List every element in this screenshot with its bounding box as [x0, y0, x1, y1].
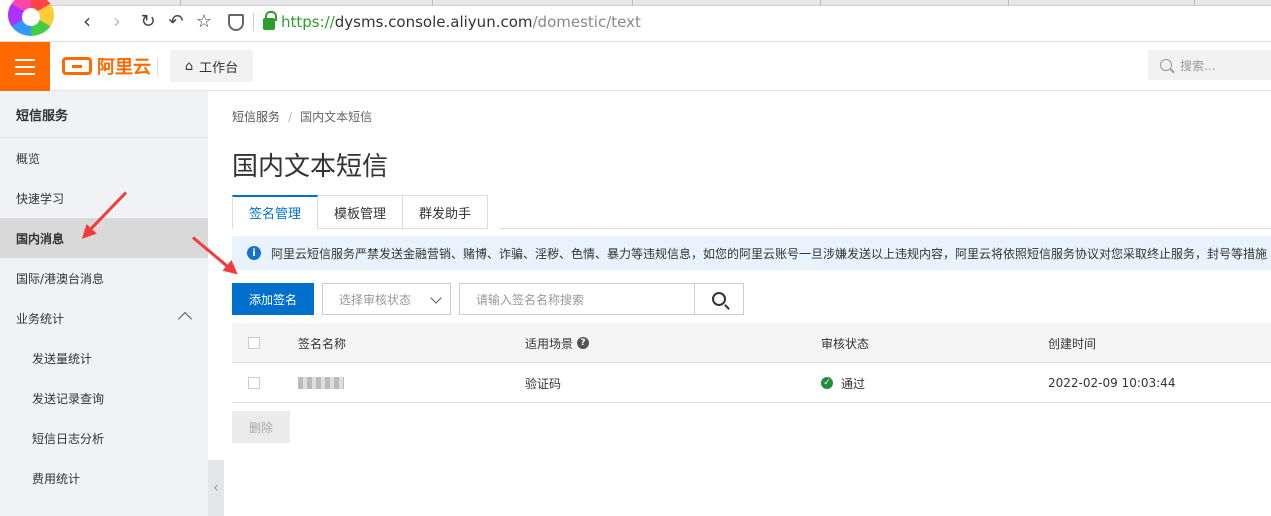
sidebar-item-domestic[interactable]: 国内消息 [0, 218, 208, 258]
main-content: 短信服务 / 国内文本短信 国内文本短信 签名管理 模板管理 群发助手 i 阿里云短… [232, 91, 1271, 516]
aliyun-logo[interactable]: 阿里云 [62, 54, 151, 78]
check-circle-icon: ✓ [821, 377, 833, 389]
sidebar-item-international[interactable]: 国际/港澳台消息 [0, 258, 208, 298]
column-header: 审核状态 [821, 336, 870, 351]
url-text: https://dysms.console.aliyun.com/domesti… [281, 13, 641, 31]
redacted-signature-name [298, 377, 344, 389]
signature-table: 签名名称 适用场景 ? 审核状态 创建时间 验证码 ✓ 通过 2022-02-0… [232, 323, 1271, 403]
undo-icon[interactable]: ↶ [164, 9, 188, 33]
sidebar-item-send-records[interactable]: 发送记录查询 [0, 378, 208, 418]
console-topbar: 阿里云 ⌂ 工作台 搜索... [0, 42, 1271, 91]
forward-icon[interactable]: › [106, 9, 128, 33]
sidebar-title: 短信服务 [0, 91, 208, 138]
lock-icon [263, 11, 277, 30]
tab-bulk-send-assistant[interactable]: 群发助手 [403, 195, 489, 229]
tab-strip [50, 0, 1271, 6]
browser-logo-icon [8, 0, 54, 36]
sidebar-item-send-volume[interactable]: 发送量统计 [0, 338, 208, 378]
chevron-down-icon [430, 292, 442, 304]
search-button[interactable] [694, 283, 744, 315]
workbench-button[interactable]: ⌂ 工作台 [170, 50, 253, 82]
sidebar-item-business-stats[interactable]: 业务统计 [0, 298, 208, 338]
shield-icon [228, 13, 244, 31]
select-all-checkbox[interactable] [248, 337, 260, 349]
tab-bar: 签名管理 模板管理 群发助手 [232, 195, 489, 229]
delete-button[interactable]: 删除 [232, 411, 290, 443]
column-header: 创建时间 [1048, 336, 1097, 351]
table-header: 签名名称 适用场景 ? 审核状态 创建时间 [232, 323, 1271, 363]
scene-cell: 验证码 [525, 376, 562, 391]
breadcrumb-item: 国内文本短信 [300, 110, 373, 124]
status-select[interactable]: 选择审核状态 [322, 283, 451, 315]
column-header: 签名名称 [298, 336, 347, 351]
tab-signature-management[interactable]: 签名管理 [232, 195, 319, 229]
reload-icon[interactable]: ↻ [136, 9, 160, 33]
breadcrumb: 短信服务 / 国内文本短信 [232, 110, 373, 124]
sidebar-item-cost-stats[interactable]: 费用统计 [0, 458, 208, 498]
home-icon: ⌂ [184, 58, 194, 74]
status-cell: ✓ 通过 [821, 363, 865, 403]
column-header: 适用场景 ? [525, 323, 590, 363]
add-signature-button[interactable]: 添加签名 [232, 283, 314, 315]
chevron-up-icon [177, 311, 193, 327]
address-bar[interactable]: https://dysms.console.aliyun.com/domesti… [222, 8, 1271, 36]
search-icon [712, 292, 726, 306]
global-search-input[interactable]: 搜索... [1148, 50, 1271, 80]
back-icon[interactable]: ‹ [76, 9, 98, 33]
menu-icon[interactable] [0, 42, 50, 91]
breadcrumb-item[interactable]: 短信服务 [232, 110, 280, 124]
signature-search-input[interactable]: 请输入签名名称搜索 [459, 283, 695, 315]
search-icon [1160, 59, 1172, 71]
sidebar-collapse-handle[interactable]: ‹ [208, 460, 224, 516]
tab-template-management[interactable]: 模板管理 [318, 195, 404, 229]
created-time-cell: 2022-02-09 10:03:44 [1048, 376, 1176, 390]
bookmark-star-icon[interactable]: ☆ [192, 9, 216, 33]
help-icon[interactable]: ? [577, 337, 590, 349]
info-icon: i [247, 246, 261, 260]
row-checkbox[interactable] [248, 377, 260, 389]
page-title: 国内文本短信 [232, 152, 389, 182]
sidebar-item-overview[interactable]: 概览 [0, 138, 208, 178]
sidebar: 短信服务 概览 快速学习 国内消息 国际/港澳台消息 业务统计 发送量统计 发送… [0, 91, 208, 516]
aliyun-logo-icon [62, 57, 92, 75]
compliance-alert: i 阿里云短信服务严禁发送金融营销、赌博、诈骗、淫秽、色情、暴力等违规信息，如您… [232, 236, 1271, 270]
table-row: 验证码 ✓ 通过 2022-02-09 10:03:44 [232, 363, 1271, 403]
sidebar-item-log-analysis[interactable]: 短信日志分析 [0, 418, 208, 458]
chevron-left-icon: ‹ [213, 480, 219, 496]
browser-toolbar: ‹ › ↻ ↶ ☆ https://dysms.console.aliyun.c… [0, 0, 1271, 42]
